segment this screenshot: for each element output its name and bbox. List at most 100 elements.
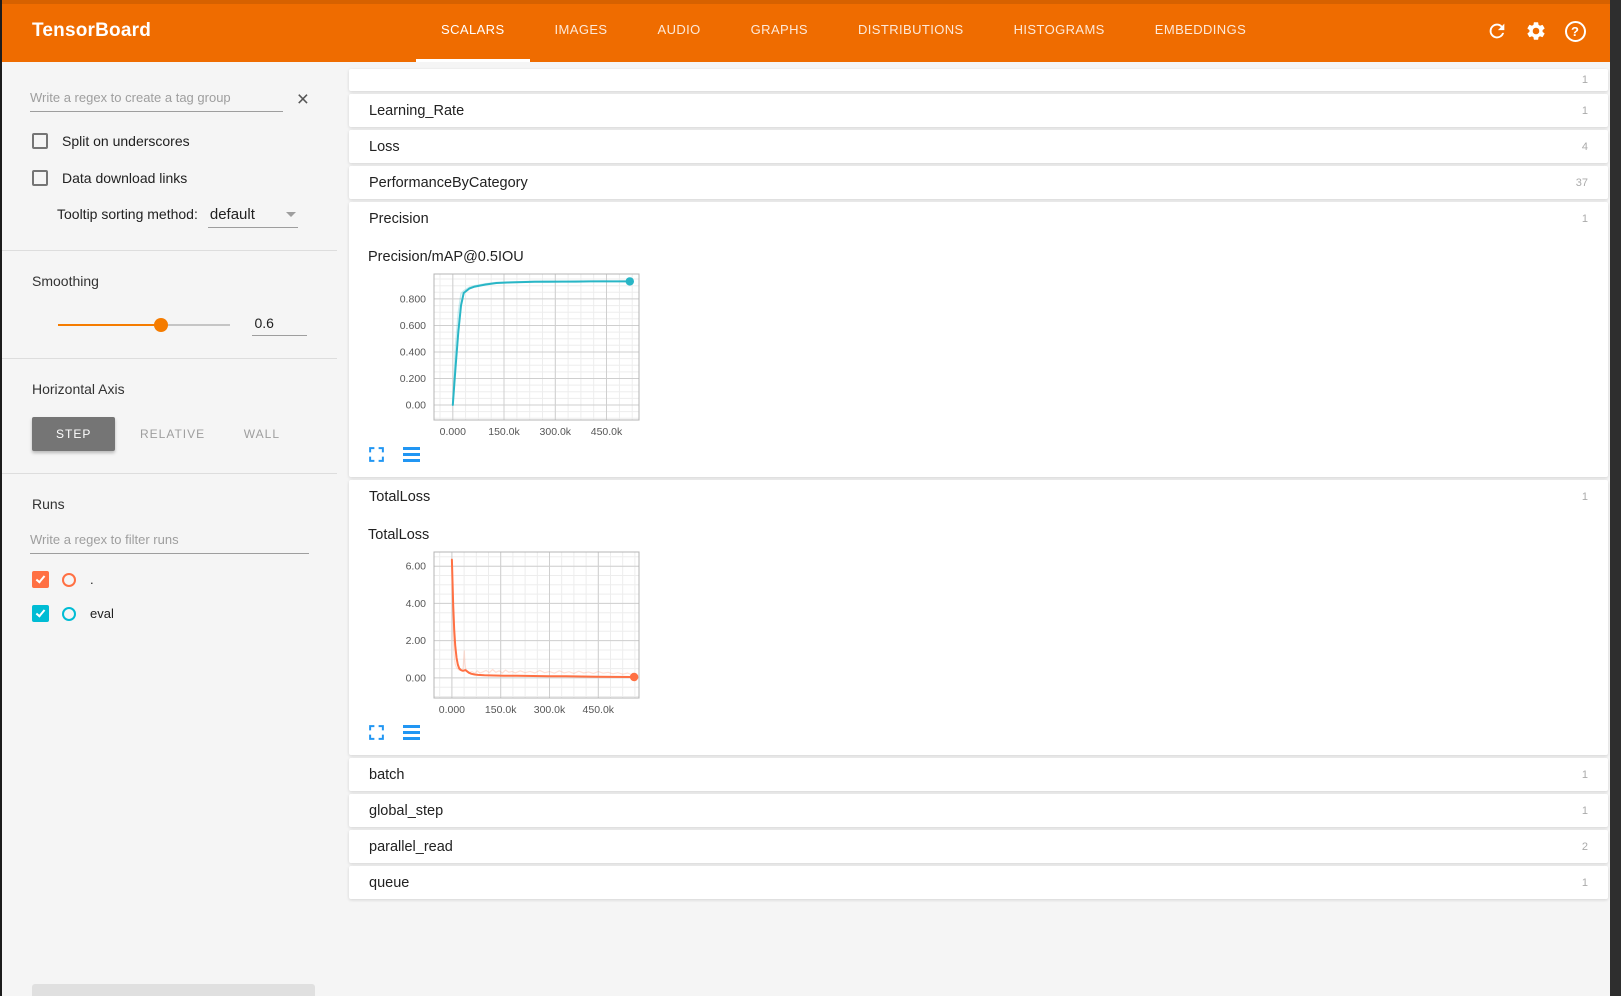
expand-chart-icon[interactable] <box>403 725 420 741</box>
svg-text:0.000: 0.000 <box>440 426 466 438</box>
main-tabs: SCALARS IMAGES AUDIO GRAPHS DISTRIBUTION… <box>416 0 1271 62</box>
tag-group-card: Loss 4 <box>349 130 1608 163</box>
split-underscores-checkbox[interactable]: Split on underscores <box>32 133 337 149</box>
section-header-global-step[interactable]: global_step 1 <box>349 794 1608 827</box>
window-left-edge <box>0 0 2 996</box>
tag-count-badge: 4 <box>1582 141 1588 153</box>
svg-text:450.0k: 450.0k <box>583 704 615 716</box>
settings-gear-icon[interactable] <box>1524 19 1548 43</box>
data-download-links-checkbox[interactable]: Data download links <box>32 170 337 186</box>
tab-images[interactable]: IMAGES <box>530 0 633 62</box>
tab-graphs[interactable]: GRAPHS <box>726 0 833 62</box>
fullscreen-icon[interactable] <box>368 724 385 741</box>
split-underscores-label: Split on underscores <box>62 133 190 149</box>
tag-count-badge: 1 <box>1582 491 1588 503</box>
tag-group-card: batch 1 <box>349 758 1608 791</box>
svg-text:0.000: 0.000 <box>439 704 465 716</box>
svg-text:150.0k: 150.0k <box>485 704 517 716</box>
precision-map-chart[interactable]: 0.000150.0k300.0k450.0k0.000.2000.4000.6… <box>351 269 651 439</box>
tab-audio[interactable]: AUDIO <box>633 0 726 62</box>
tag-count-badge: 1 <box>1582 105 1588 117</box>
run-row-eval[interactable]: eval <box>32 605 337 622</box>
run-checkbox[interactable] <box>32 571 49 588</box>
tag-count-badge: 2 <box>1582 841 1588 853</box>
smoothing-label: Smoothing <box>32 273 337 289</box>
tab-histograms[interactable]: HISTOGRAMS <box>989 0 1130 62</box>
chevron-down-icon <box>286 212 296 217</box>
run-row-dot[interactable]: . <box>32 571 337 588</box>
section-header-performance-by-category[interactable]: PerformanceByCategory 37 <box>349 166 1608 199</box>
chart-card: Precision/mAP@0.5IOU 0.000150.0k300.0k45… <box>351 245 671 463</box>
svg-text:6.00: 6.00 <box>406 561 427 573</box>
smoothing-slider[interactable] <box>58 318 230 332</box>
help-icon[interactable]: ? <box>1563 19 1587 43</box>
run-checkbox[interactable] <box>32 605 49 622</box>
tag-group-card: TotalLoss 1 TotalLoss 0.000150.0k300.0k4… <box>349 480 1608 755</box>
refresh-icon[interactable] <box>1485 19 1509 43</box>
checkbox-icon <box>32 170 48 186</box>
horizontal-axis-label: Horizontal Axis <box>32 381 337 397</box>
step-axis-button[interactable]: STEP <box>32 417 115 451</box>
run-radio-icon[interactable] <box>62 573 76 587</box>
tooltip-sorting-value: default <box>210 206 255 223</box>
tag-group-card: Precision 1 Precision/mAP@0.5IOU 0.000 15… <box>349 202 1608 477</box>
main-content: 1 Learning_Rate 1 Loss 4 PerformanceByCa… <box>337 62 1621 996</box>
run-name: eval <box>90 606 114 621</box>
runs-filter-input[interactable]: Write a regex to filter runs <box>30 528 309 554</box>
fullscreen-icon[interactable] <box>368 446 385 463</box>
expand-chart-icon[interactable] <box>403 447 420 463</box>
smoothing-value-input[interactable]: 0.6 <box>252 313 307 336</box>
tag-count-badge: 1 <box>1582 769 1588 781</box>
tab-distributions[interactable]: DISTRIBUTIONS <box>833 0 989 62</box>
tab-scalars[interactable]: SCALARS <box>416 0 530 62</box>
question-mark-icon: ? <box>1565 21 1586 42</box>
section-header-learning-rate[interactable]: Learning_Rate 1 <box>349 94 1608 127</box>
tag-count-badge: 37 <box>1576 177 1588 189</box>
section-header-precision[interactable]: Precision 1 <box>349 202 1608 235</box>
toggle-all-runs-button[interactable] <box>32 984 315 996</box>
section-header-unnamed[interactable]: 1 <box>349 69 1608 91</box>
tab-embeddings[interactable]: EMBEDDINGS <box>1130 0 1271 62</box>
run-radio-icon[interactable] <box>62 607 76 621</box>
close-icon[interactable]: × <box>297 89 309 110</box>
data-download-links-label: Data download links <box>62 170 187 186</box>
svg-text:4.00: 4.00 <box>406 598 427 610</box>
tooltip-sorting-dropdown[interactable]: default <box>208 206 298 228</box>
section-header-batch[interactable]: batch 1 <box>349 758 1608 791</box>
chart-title: Precision/mAP@0.5IOU <box>368 245 671 265</box>
section-header-queue[interactable]: queue 1 <box>349 866 1608 899</box>
svg-text:450.0k: 450.0k <box>591 426 623 438</box>
tag-group-card: 1 <box>349 69 1608 91</box>
svg-text:0.00: 0.00 <box>406 400 427 412</box>
svg-text:0.400: 0.400 <box>400 347 426 359</box>
page-scrollbar[interactable] <box>1610 0 1621 996</box>
chart-card: TotalLoss 0.000150.0k300.0k450.0k0.002.0… <box>351 523 671 741</box>
svg-text:0.200: 0.200 <box>400 373 426 385</box>
svg-text:300.0k: 300.0k <box>534 704 566 716</box>
tag-regex-input[interactable]: Write a regex to create a tag group <box>30 86 283 112</box>
run-name: . <box>90 572 94 587</box>
tag-count-badge: 1 <box>1582 213 1588 225</box>
wall-axis-button[interactable]: WALL <box>230 417 294 451</box>
smoothing-slider-thumb[interactable] <box>154 318 168 332</box>
tag-count-badge: 1 <box>1582 805 1588 817</box>
svg-text:2.00: 2.00 <box>406 635 427 647</box>
tag-group-card: parallel_read 2 <box>349 830 1608 863</box>
relative-axis-button[interactable]: RELATIVE <box>126 417 219 451</box>
svg-text:150.0k: 150.0k <box>488 426 520 438</box>
total-loss-chart[interactable]: 0.000150.0k300.0k450.0k0.002.004.006.00 <box>351 547 651 717</box>
tag-group-card: PerformanceByCategory 37 <box>349 166 1608 199</box>
app-title: TensorBoard <box>32 20 151 42</box>
tag-count-badge: 1 <box>1582 74 1588 86</box>
section-header-parallel-read[interactable]: parallel_read 2 <box>349 830 1608 863</box>
tooltip-sorting-label: Tooltip sorting method: <box>57 206 198 222</box>
section-header-loss[interactable]: Loss 4 <box>349 130 1608 163</box>
divider <box>0 358 337 359</box>
tag-count-badge: 1 <box>1582 877 1588 889</box>
tensorboard-page: TensorBoard SCALARS IMAGES AUDIO GRAPHS … <box>0 0 1621 996</box>
tag-group-card: Learning_Rate 1 <box>349 94 1608 127</box>
section-header-total-loss[interactable]: TotalLoss 1 <box>349 480 1608 513</box>
app-header: TensorBoard SCALARS IMAGES AUDIO GRAPHS … <box>0 0 1621 62</box>
sidebar: Write a regex to create a tag group × Sp… <box>0 62 337 996</box>
tag-group-card: global_step 1 <box>349 794 1608 827</box>
